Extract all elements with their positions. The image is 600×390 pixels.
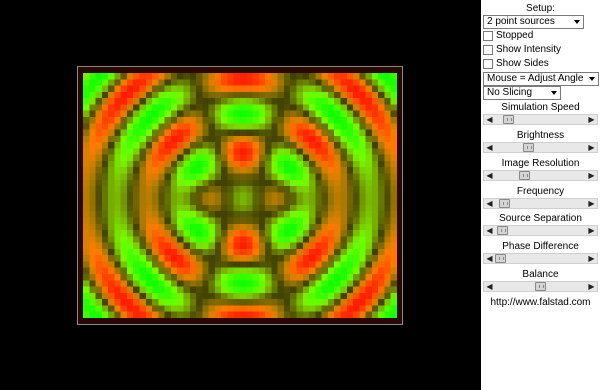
simulation-border <box>77 66 403 325</box>
slider-thumb[interactable] <box>523 143 534 152</box>
slicing-value: No Slicing <box>487 87 533 98</box>
slicing-select[interactable]: No Slicing <box>483 86 561 100</box>
slider-thumb[interactable] <box>495 254 506 263</box>
slider-thumb[interactable] <box>519 171 530 180</box>
chevron-down-icon <box>574 20 580 24</box>
slider-thumb[interactable] <box>499 199 510 208</box>
slider-thumb[interactable] <box>496 226 508 235</box>
show-intensity-label: Show Intensity <box>496 44 562 55</box>
balance-label: Balance <box>522 269 559 280</box>
phase-difference-label: Phase Difference <box>502 241 579 252</box>
wave-image[interactable] <box>83 73 397 318</box>
checkbox-icon[interactable] <box>483 59 493 69</box>
wave-interference-field[interactable] <box>83 73 397 318</box>
setup-select-value: 2 point sources <box>487 16 555 27</box>
scroll-left-icon[interactable]: ◀ <box>484 199 495 208</box>
simulation-canvas[interactable] <box>0 0 481 390</box>
website-link[interactable]: http://www.falstad.com <box>481 297 600 308</box>
source-separation-label: Source Separation <box>499 213 582 224</box>
image-resolution-slider[interactable]: ◀ ▶ <box>483 170 598 181</box>
scroll-left-icon[interactable]: ◀ <box>484 254 495 263</box>
frequency-slider[interactable]: ◀ ▶ <box>483 198 598 209</box>
setup-label: Setup: <box>526 3 555 14</box>
show-sides-label: Show Sides <box>496 58 549 69</box>
scroll-left-icon[interactable]: ◀ <box>484 226 495 235</box>
image-resolution-label: Image Resolution <box>501 158 580 169</box>
setup-select[interactable]: 2 point sources <box>483 15 584 29</box>
simulation-speed-slider[interactable]: ◀ ▶ <box>483 114 598 125</box>
mouse-mode-value: Mouse = Adjust Angle <box>487 73 584 84</box>
balance-slider[interactable]: ◀ ▶ <box>483 281 598 292</box>
slider-thumb[interactable] <box>535 282 546 291</box>
scroll-right-icon[interactable]: ▶ <box>586 143 597 152</box>
checkbox-icon[interactable] <box>483 31 493 41</box>
scroll-right-icon[interactable]: ▶ <box>586 254 597 263</box>
brightness-slider[interactable]: ◀ ▶ <box>483 142 598 153</box>
chevron-down-icon <box>551 91 557 95</box>
stopped-label: Stopped <box>496 30 534 41</box>
scroll-right-icon[interactable]: ▶ <box>586 282 597 291</box>
scroll-right-icon[interactable]: ▶ <box>586 199 597 208</box>
control-panel: Setup: 2 point sources Stopped Show Inte… <box>481 0 600 390</box>
scroll-right-icon[interactable]: ▶ <box>586 226 597 235</box>
scroll-left-icon[interactable]: ◀ <box>484 115 495 124</box>
frequency-label: Frequency <box>516 186 565 197</box>
slider-thumb[interactable] <box>503 115 514 124</box>
mouse-mode-select[interactable]: Mouse = Adjust Angle <box>483 72 599 86</box>
scroll-right-icon[interactable]: ▶ <box>586 115 597 124</box>
source-separation-slider[interactable]: ◀ ▶ <box>483 225 598 236</box>
checkbox-icon[interactable] <box>483 45 493 55</box>
simulation-speed-label: Simulation Speed <box>501 102 580 113</box>
scroll-left-icon[interactable]: ◀ <box>484 282 495 291</box>
chevron-down-icon <box>589 77 595 81</box>
scroll-left-icon[interactable]: ◀ <box>484 143 495 152</box>
scroll-right-icon[interactable]: ▶ <box>586 171 597 180</box>
scroll-left-icon[interactable]: ◀ <box>484 171 495 180</box>
brightness-label: Brightness <box>516 130 565 141</box>
phase-difference-slider[interactable]: ◀ ▶ <box>483 253 598 264</box>
